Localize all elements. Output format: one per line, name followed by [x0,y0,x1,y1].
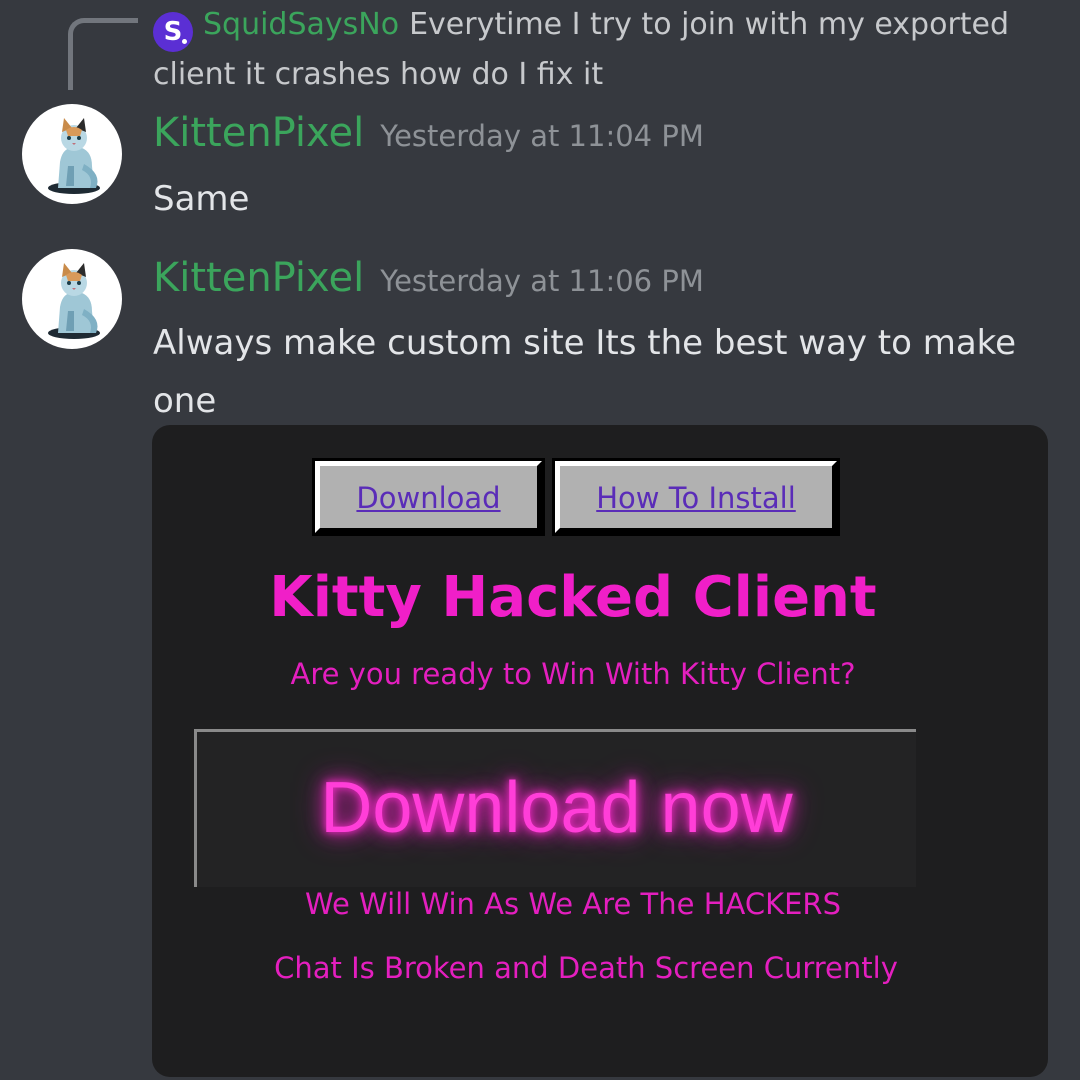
message-author[interactable]: KittenPixel [153,255,364,301]
site-tagline: We Will Win As We Are The HACKERS [305,887,841,921]
message-timestamp: Yesterday at 11:06 PM [380,264,704,298]
download-tab-button[interactable]: Download [312,458,545,536]
message-author[interactable]: KittenPixel [153,110,364,156]
image-attachment[interactable]: Download How To Install Kitty Hacked Cli… [152,425,1048,1077]
site-title: Kitty Hacked Client [269,565,877,630]
reply-preview[interactable]: S SquidSaysNo Everytime I try to join with… [153,2,1033,98]
site-subtitle: Are you ready to Win With Kitty Client? [290,657,856,691]
message-header: KittenPixel Yesterday at 11:04 PM [153,110,704,156]
reply-connector-line [68,18,138,90]
squid-avatar-icon[interactable]: S [153,12,193,52]
site-notice: Chat Is Broken and Death Screen Currentl… [274,951,898,985]
how-to-install-tab-button[interactable]: How To Install [552,458,840,536]
message-timestamp: Yesterday at 11:04 PM [380,119,704,153]
reply-author[interactable]: SquidSaysNo [203,7,399,42]
message-header: KittenPixel Yesterday at 11:06 PM [153,255,704,301]
message-text: Always make custom site Its the best way… [153,323,1017,421]
how-to-install-link[interactable]: How To Install [596,481,796,515]
download-now-button[interactable]: Download now [194,729,916,887]
cat-avatar-icon[interactable] [22,249,122,349]
download-link[interactable]: Download [356,481,500,515]
message-text: Same [153,179,250,219]
cat-avatar-icon[interactable] [22,104,122,204]
